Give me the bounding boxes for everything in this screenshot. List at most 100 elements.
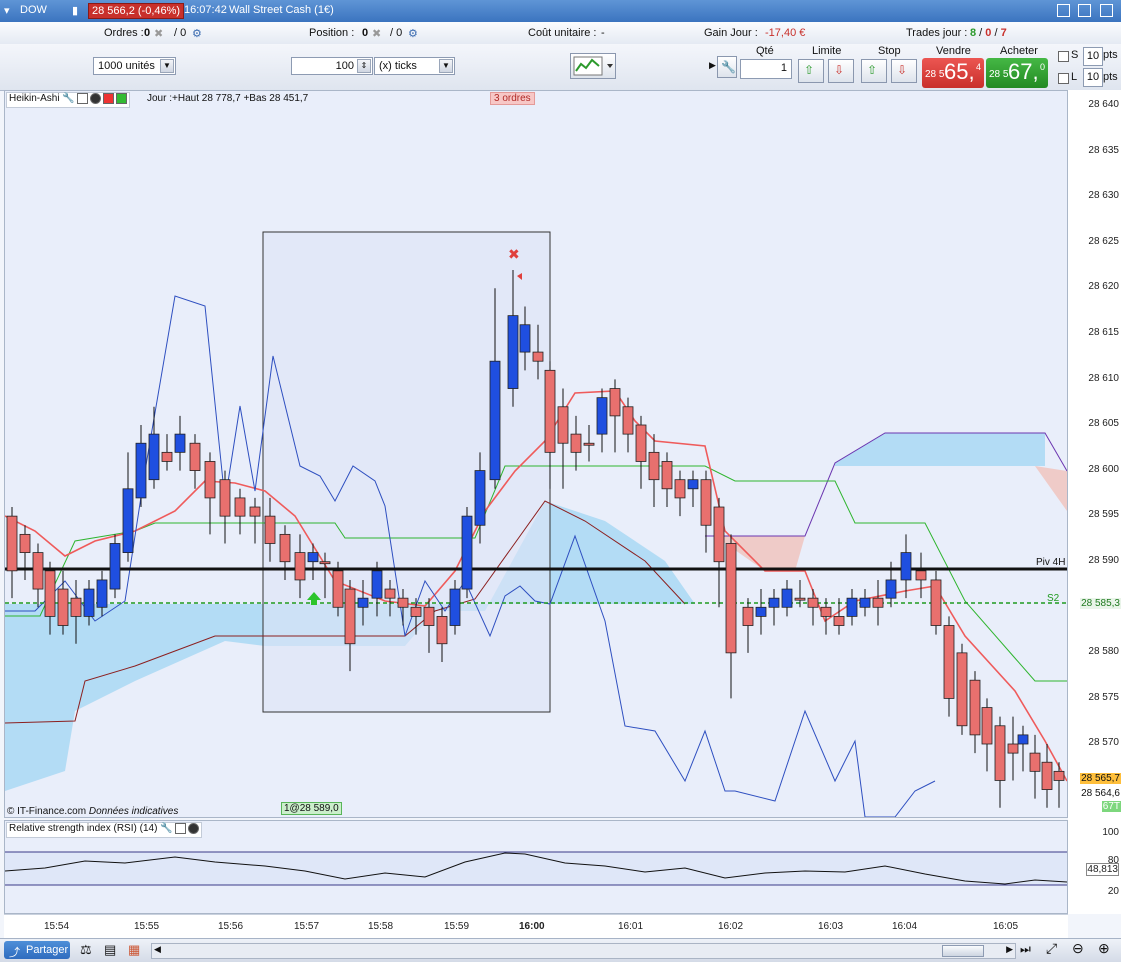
- selection-rectangle: [262, 231, 551, 713]
- candle-bull: [900, 552, 912, 581]
- price-chart-canvas[interactable]: ✖: [5, 91, 1067, 817]
- candle-bull: [519, 324, 531, 353]
- candle-bear: [204, 461, 216, 499]
- candle-bear: [742, 606, 754, 626]
- candle-bear: [32, 552, 44, 590]
- close-icon[interactable]: [187, 823, 199, 834]
- orders-tag[interactable]: 3 ordres: [490, 92, 535, 105]
- units-select[interactable]: 1000 unités ▼: [93, 57, 176, 75]
- buy-button[interactable]: 28 5 67, 0: [986, 58, 1048, 88]
- rsi-tick-label: 20: [1107, 886, 1119, 897]
- candle-bull: [489, 360, 501, 481]
- time-tick-label: 15:54: [44, 921, 70, 932]
- symbol-label[interactable]: DOW: [20, 4, 47, 16]
- zoom-out-icon[interactable]: ⊖: [1072, 940, 1084, 957]
- expand-arrow-icon[interactable]: ▶: [709, 60, 716, 71]
- candle-bear: [57, 588, 69, 626]
- candle-bear: [1029, 752, 1041, 772]
- s-points-input[interactable]: 10: [1083, 47, 1103, 66]
- time-tick-label: 16:02: [718, 921, 744, 932]
- price-tick-label: 28 625: [1088, 235, 1119, 247]
- pivot-label: Piv 4H: [1036, 557, 1066, 568]
- candle-bear: [956, 652, 968, 727]
- scroll-right-icon[interactable]: ▶: [1006, 944, 1013, 955]
- unit-cost-label: Coût unitaire :: [528, 27, 597, 39]
- price-badge: 28 566,2 (-0,46%): [88, 3, 185, 19]
- wrench-icon[interactable]: 🔧: [160, 823, 172, 834]
- l-points-input[interactable]: 10: [1083, 68, 1103, 87]
- time-axis[interactable]: 15:54 15:55 15:56 15:57 15:58 15:59 16:00 16:01…: [4, 914, 1068, 939]
- candle-bear: [794, 597, 806, 601]
- instrument-name: Wall Street Cash (1€): [229, 4, 334, 16]
- candle-bull: [122, 488, 134, 553]
- time-tick-label: 16:00: [519, 921, 545, 932]
- candle-bear: [943, 625, 955, 699]
- layers-icon[interactable]: ▦: [128, 942, 140, 958]
- scroll-end-icon[interactable]: ⏭: [1020, 942, 1031, 957]
- sell-arrow-icon[interactable]: [102, 93, 114, 104]
- scrollbar-thumb[interactable]: [942, 945, 984, 957]
- candle-bear: [833, 616, 845, 626]
- position-settings-icon[interactable]: ⚙: [408, 27, 418, 40]
- position-cancel-icon[interactable]: ✖: [372, 27, 381, 40]
- limit-buy-button[interactable]: ⇧: [798, 59, 824, 83]
- time-tick-label: 16:01: [618, 921, 644, 932]
- price-tick-label: 28 580: [1088, 646, 1119, 658]
- orders-cancel-icon[interactable]: ✖: [154, 27, 163, 40]
- l-checkbox[interactable]: [1058, 73, 1069, 84]
- l-label: L: [1071, 71, 1078, 83]
- chart-type-icon[interactable]: ▮: [72, 4, 78, 17]
- qty-input[interactable]: 1: [740, 59, 792, 79]
- buy-arrow-icon[interactable]: [115, 93, 127, 104]
- candle-bear: [219, 479, 231, 517]
- orders-total: / 0: [174, 27, 187, 39]
- settings-wrench-button[interactable]: 🔧: [717, 56, 737, 78]
- chart-tools-button[interactable]: [570, 53, 616, 79]
- window-icon[interactable]: [76, 93, 88, 104]
- time-tick-label: 16:05: [993, 921, 1019, 932]
- scroll-left-icon[interactable]: ◀: [154, 944, 161, 955]
- share-button[interactable]: ⤴ Partager: [4, 941, 70, 959]
- sell-button[interactable]: 28 5 65, 4: [922, 58, 984, 88]
- list-icon[interactable]: ▤: [104, 942, 116, 958]
- price-axis[interactable]: 28 640 28 635 28 630 28 625 28 620 28 615 28 6…: [1068, 90, 1121, 914]
- ticks-select[interactable]: (x) ticks ▼: [374, 57, 455, 75]
- stop-down-icon: ⇩: [897, 63, 908, 77]
- price-chart-panel[interactable]: ✖ Heikin-Ashi 🔧 Jour :+Haut 28 778,7 +Ba…: [4, 90, 1068, 818]
- rsi-panel[interactable]: Relative strength index (RSI) (14) 🔧: [4, 820, 1068, 914]
- sell-header: Vendre: [936, 45, 971, 57]
- limit-sell-button[interactable]: ⇩: [828, 59, 854, 83]
- candle-bear: [1007, 743, 1019, 754]
- candle-bear: [700, 479, 712, 526]
- candle-bear: [635, 424, 647, 462]
- stop-buy-button[interactable]: ⇧: [861, 59, 887, 83]
- candle-bull: [461, 515, 473, 590]
- compare-icon[interactable]: ⚖: [80, 942, 92, 958]
- candle-bear: [189, 442, 201, 471]
- wrench-icon: 🔧: [721, 60, 736, 74]
- position-label: Position :: [309, 27, 355, 39]
- window-icon[interactable]: [174, 823, 186, 834]
- orders-settings-icon[interactable]: ⚙: [192, 27, 202, 40]
- zoom-fit-icon[interactable]: ⤢: [1046, 940, 1057, 957]
- maximize-button[interactable]: [1078, 4, 1091, 17]
- rsi-tick-label: 100: [1102, 827, 1119, 838]
- stop-sell-button[interactable]: ⇩: [891, 59, 917, 83]
- position-tag[interactable]: 1@28 589,0: [281, 802, 342, 815]
- candle-bear: [820, 606, 832, 617]
- s-checkbox[interactable]: [1058, 51, 1069, 62]
- close-button[interactable]: [1100, 4, 1113, 17]
- close-icon[interactable]: [89, 93, 101, 104]
- stop-up-icon: ⇧: [867, 63, 878, 77]
- ticks-stepper[interactable]: 100 ⇕: [291, 57, 373, 75]
- time-tick-label: 15:59: [444, 921, 470, 932]
- limit-header: Limite: [812, 45, 842, 57]
- wrench-icon[interactable]: 🔧: [62, 93, 74, 104]
- candle-bear: [557, 406, 569, 444]
- minimize-button[interactable]: [1057, 4, 1070, 17]
- zoom-in-icon[interactable]: ⊕: [1098, 940, 1110, 957]
- candle-bear: [930, 579, 942, 626]
- stepper-arrows-icon[interactable]: ⇕: [357, 59, 371, 73]
- app-menu-icon[interactable]: ▾: [4, 4, 10, 17]
- time-scrollbar[interactable]: ◀ ▶: [151, 943, 1016, 959]
